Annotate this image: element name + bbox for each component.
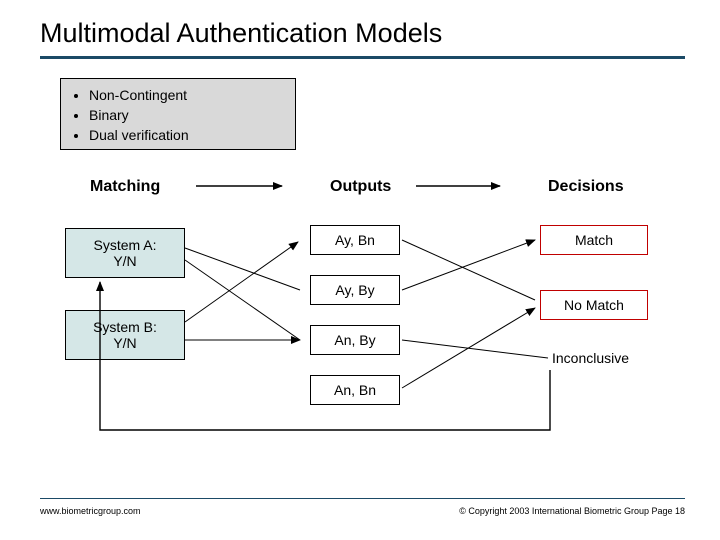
- system-a-box: System A: Y/N: [65, 228, 185, 278]
- decision-inconclusive: Inconclusive: [552, 350, 629, 366]
- output-an-by: An, By: [310, 325, 400, 355]
- output-an-bn: An, Bn: [310, 375, 400, 405]
- connector-o4-to-nomatch: [402, 308, 535, 388]
- decision-no-match: No Match: [540, 290, 648, 320]
- type-item: Binary: [89, 105, 281, 125]
- type-item: Dual verification: [89, 125, 281, 145]
- connector-b-to-o1: [185, 242, 298, 322]
- footer-copyright: © Copyright 2003 International Biometric…: [459, 506, 685, 516]
- connector-o2-to-match: [402, 240, 535, 290]
- column-header-outputs: Outputs: [330, 178, 391, 196]
- title-underline: [40, 56, 685, 59]
- column-header-matching: Matching: [90, 178, 160, 196]
- connector-o3-to-inconclusive: [402, 340, 548, 358]
- output-ay-by: Ay, By: [310, 275, 400, 305]
- page-title: Multimodal Authentication Models: [40, 18, 442, 49]
- footer-rule: [40, 498, 685, 499]
- type-item: Non-Contingent: [89, 85, 281, 105]
- output-ay-bn: Ay, Bn: [310, 225, 400, 255]
- types-list-box: Non-Contingent Binary Dual verification: [60, 78, 296, 150]
- column-header-decisions: Decisions: [548, 178, 624, 196]
- system-b-box: System B: Y/N: [65, 310, 185, 360]
- connector-o1-to-nomatch: [402, 240, 535, 300]
- connector-a-to-o2: [185, 248, 300, 290]
- connector-a-to-o3: [185, 260, 300, 340]
- decision-match: Match: [540, 225, 648, 255]
- footer-url: www.biometricgroup.com: [40, 506, 141, 516]
